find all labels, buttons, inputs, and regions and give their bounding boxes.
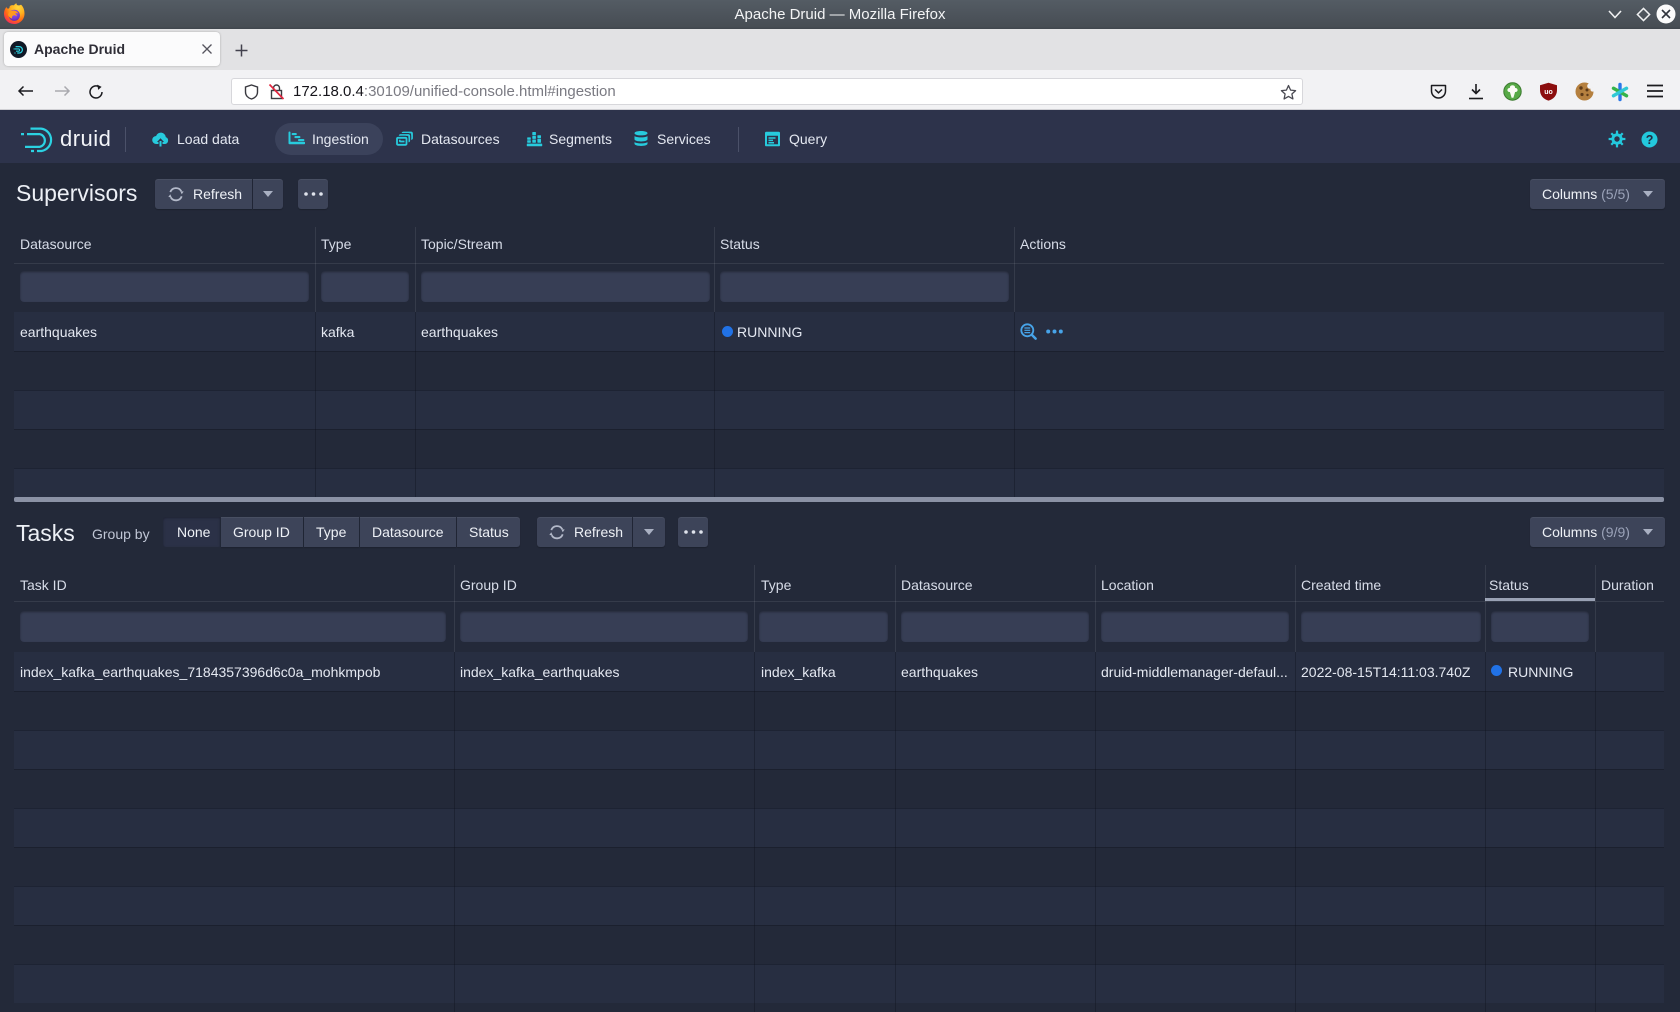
svg-text:uo: uo [1544, 89, 1553, 96]
svg-text:?: ? [1646, 133, 1654, 147]
